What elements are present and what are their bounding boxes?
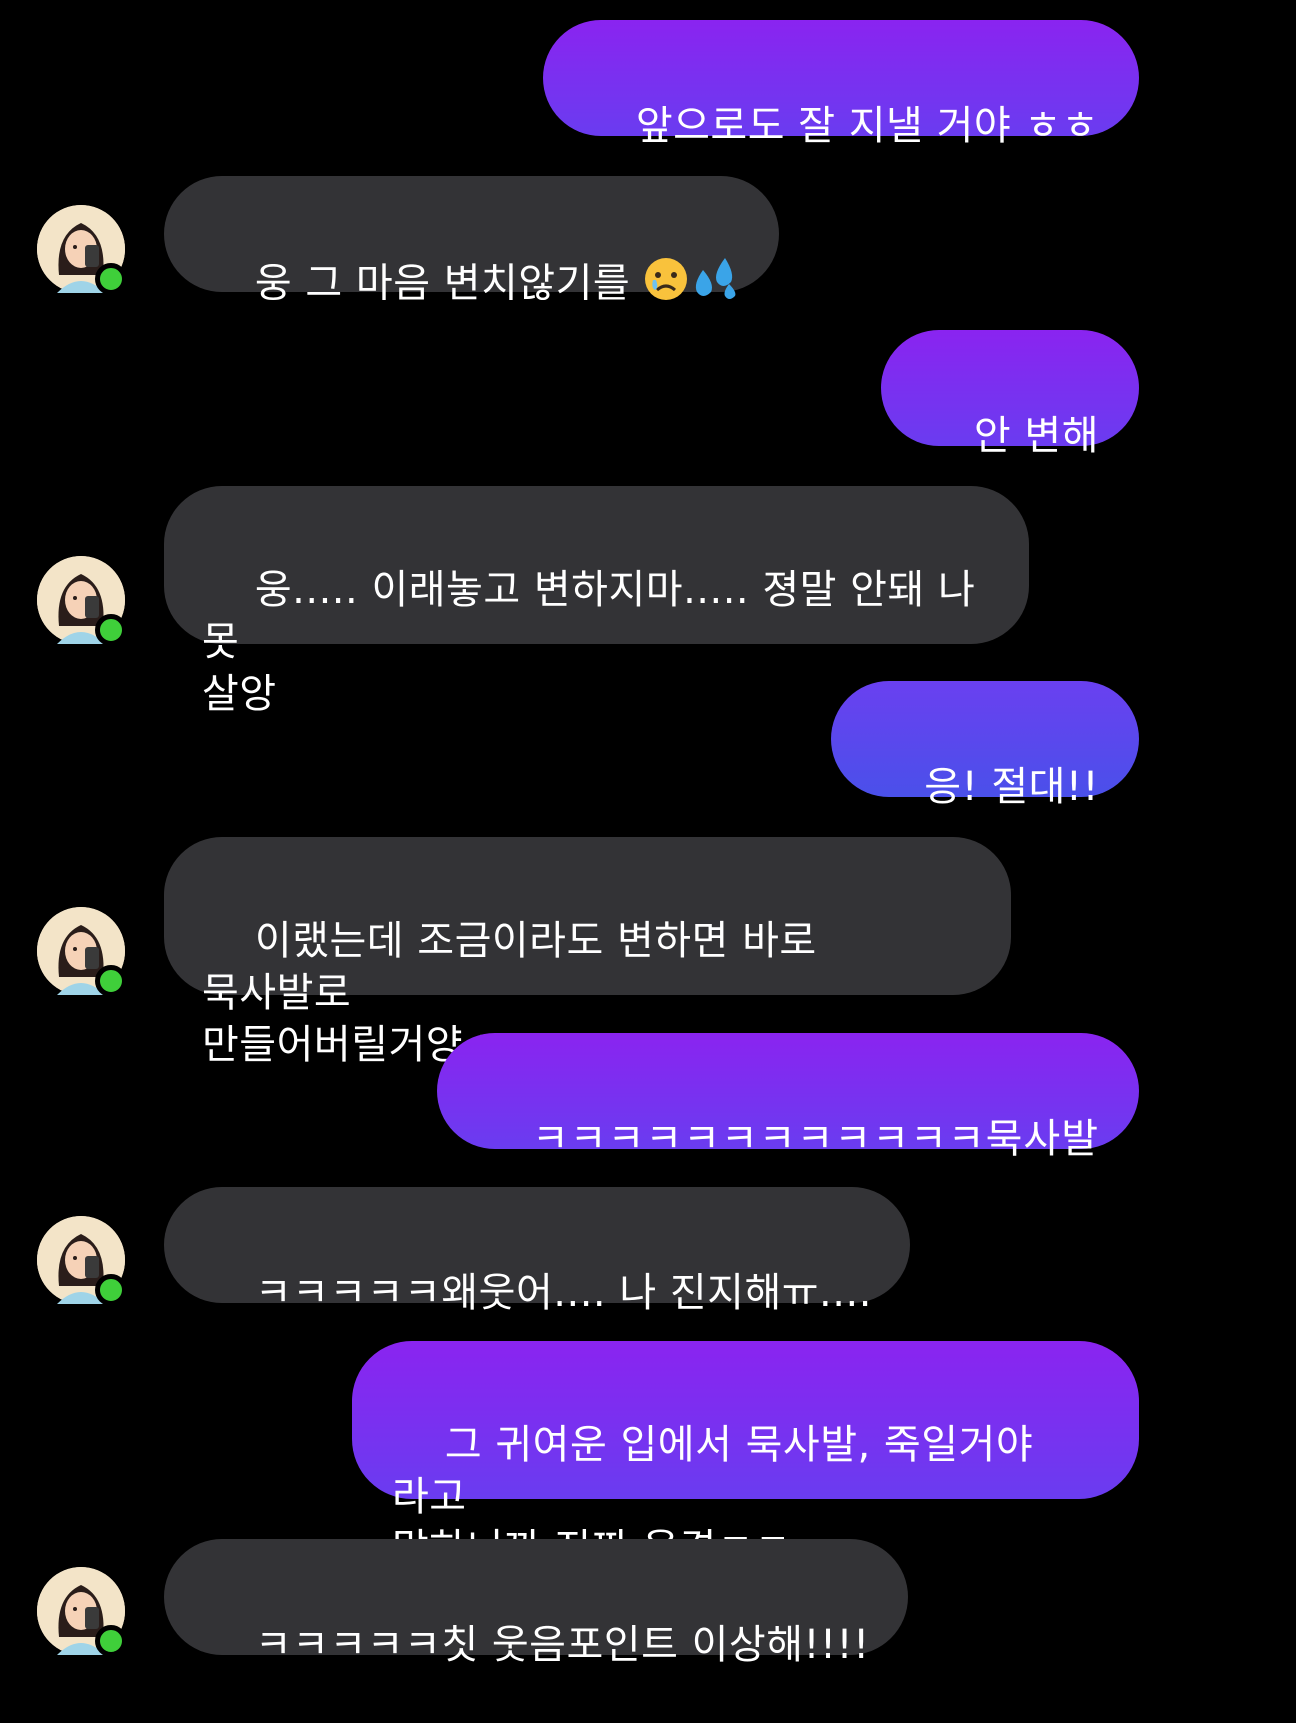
message-text: ㅋㅋㅋㅋㅋ왜웃어.... 나 진지해ㅠ.... [254,1270,872,1316]
sent-message[interactable]: 앞으로도 잘 지낼 거야 ㅎㅎ [542,20,1139,149]
received-message[interactable]: 웅 그 마음 변치않기를 [164,176,780,307]
online-status-dot [95,263,127,295]
contact-avatar[interactable] [37,205,127,295]
online-status-dot [95,965,127,997]
sent-message[interactable]: 안 변해 [881,330,1139,459]
message-text: 안 변해 [973,413,1099,459]
message-text: 앞으로도 잘 지낼 거야 ㅎㅎ [635,103,1099,149]
received-message[interactable]: ㅋㅋㅋㅋㅋ왜웃어.... 나 진지해ㅠ.... [164,1187,910,1316]
online-status-dot [95,1274,127,1306]
chat-thread[interactable]: 앞으로도 잘 지낼 거야 ㅎㅎ 웅 그 마음 변치않기를 안 변해 웅.....… [0,0,1296,1680]
message-text: ㅋㅋㅋㅋㅋㅋㅋㅋㅋㅋㅋㅋ묵사발 [532,1116,1099,1162]
received-message[interactable]: ㅋㅋㅋㅋㅋ칫 웃음포인트 이상해!!!! [164,1539,908,1668]
sent-message[interactable]: 그 귀여운 입에서 묵사발, 죽일거야 라고 말하니까 진짜 웃겼ㅋㅋ [352,1341,1139,1572]
contact-avatar[interactable] [37,907,127,997]
received-message[interactable]: 웅..... 이래놓고 변하지마..... 졍말 안돼 나 못 살앙 [164,486,1029,717]
sent-message[interactable]: ㅋㅋㅋㅋㅋㅋㅋㅋㅋㅋㅋㅋ묵사발 [437,1033,1139,1162]
online-status-dot [95,614,127,646]
contact-avatar[interactable] [37,1567,127,1657]
message-text: 웅 그 마음 변치않기를 [254,260,644,307]
online-status-dot [95,1625,127,1657]
message-text: ㅋㅋㅋㅋㅋ칫 웃음포인트 이상해!!!! [254,1622,870,1668]
received-message[interactable]: 이랬는데 조금이라도 변하면 바로 묵사발로 만들어버릴거양 >< [164,837,1011,1068]
contact-avatar[interactable] [37,1216,127,1306]
sweat-droplets-icon [689,256,741,315]
sad-relieved-face-icon [643,256,689,315]
message-text: 응! 절대!! [924,764,1099,810]
sent-message[interactable]: 응! 절대!! [831,681,1139,810]
contact-avatar[interactable] [37,556,127,646]
